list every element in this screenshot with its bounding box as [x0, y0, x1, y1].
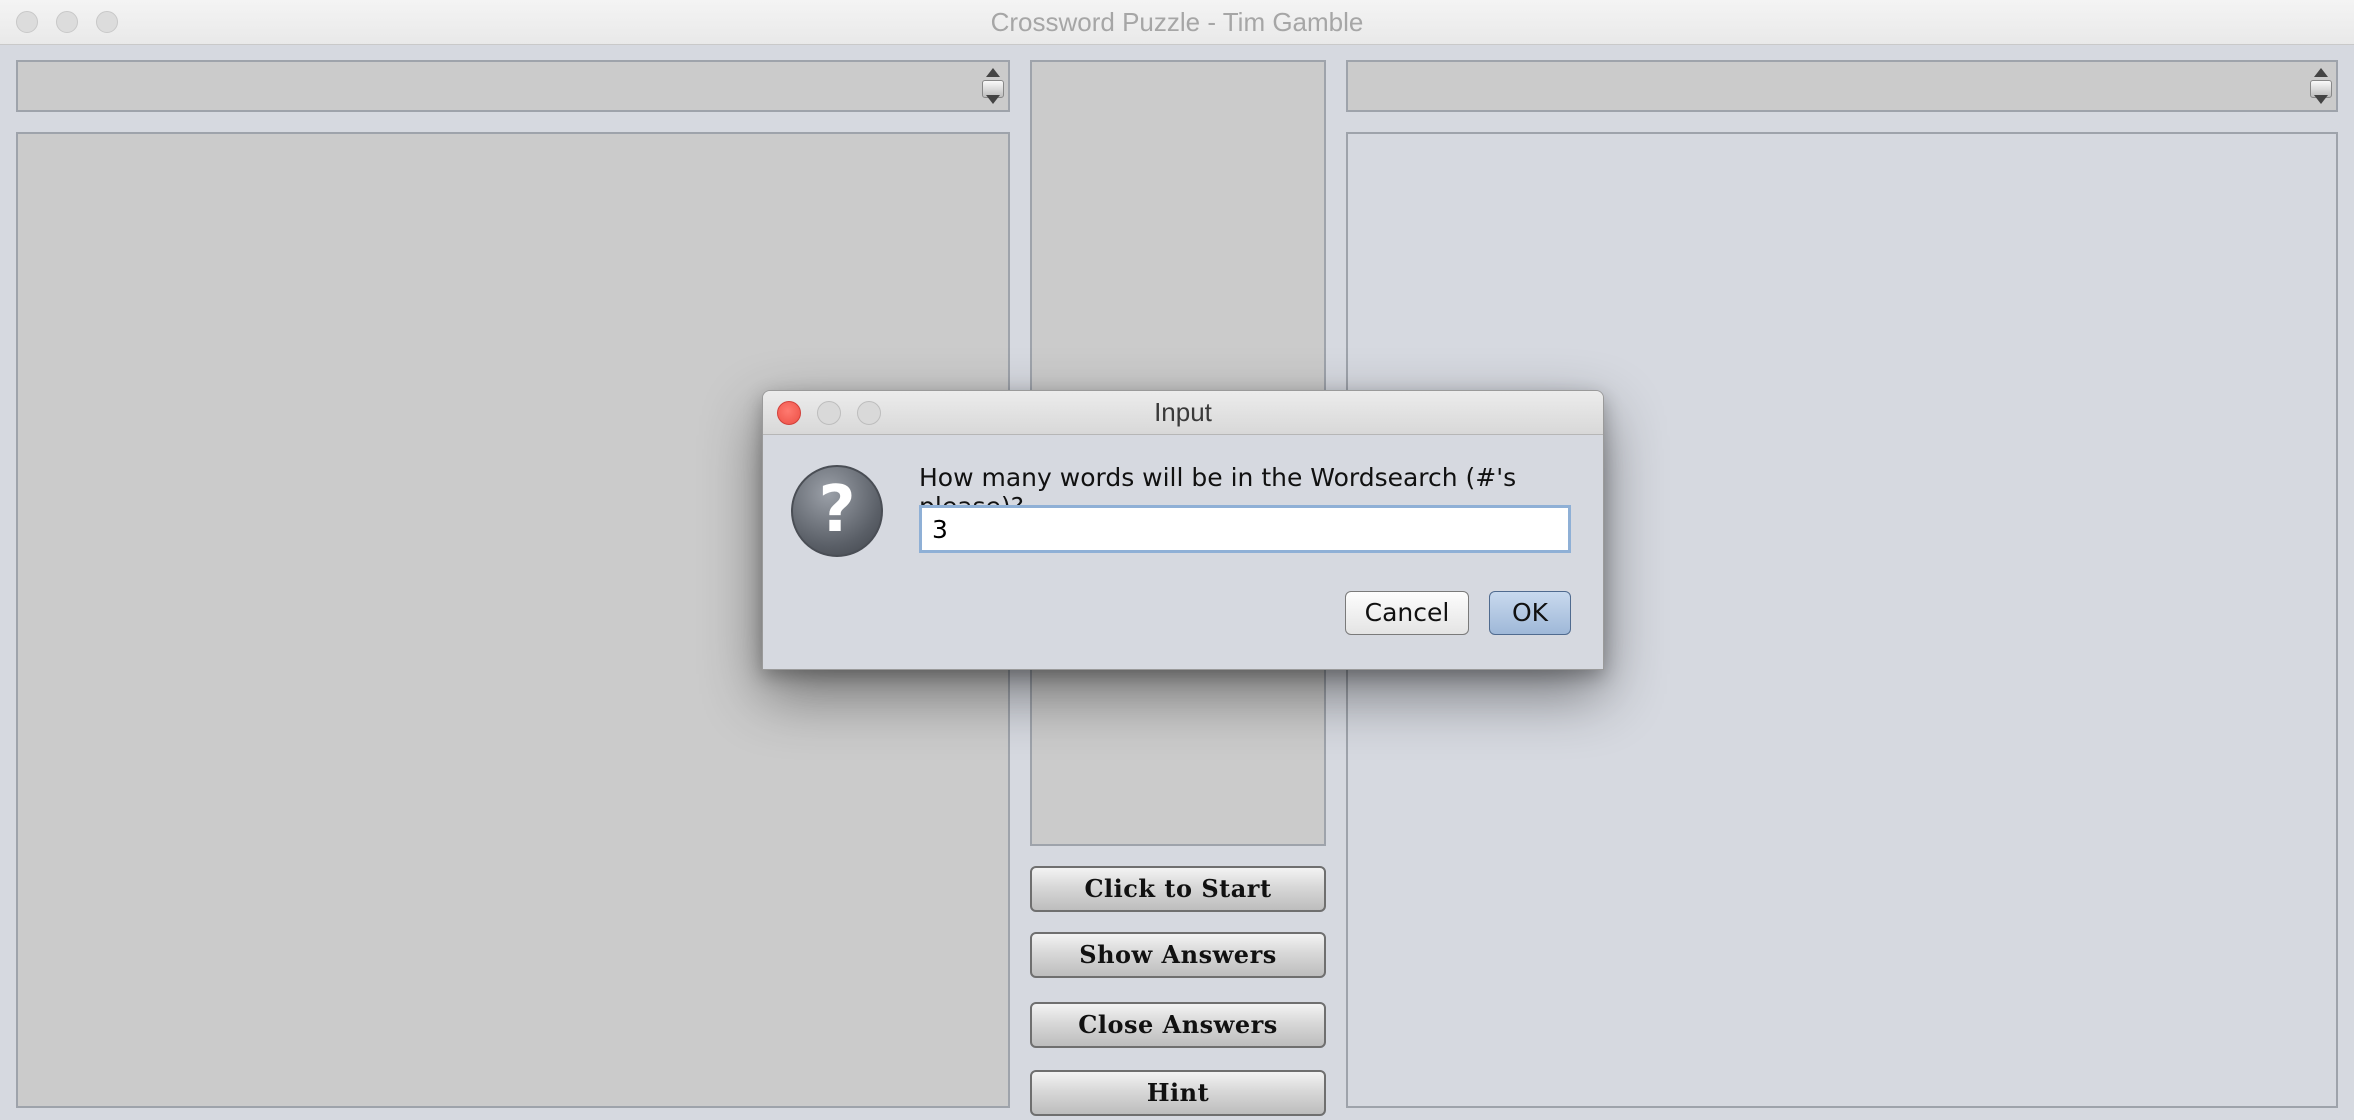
spinner-down-icon[interactable]: [986, 95, 1000, 104]
window-titlebar: Crossword Puzzle - Tim Gamble: [0, 0, 2354, 45]
dialog-titlebar: Input: [763, 391, 1603, 435]
left-spinner[interactable]: [980, 64, 1006, 108]
spinner-up-icon[interactable]: [986, 68, 1000, 77]
left-top-field[interactable]: [16, 60, 1010, 112]
question-icon: ?: [791, 465, 883, 557]
input-dialog: Input ? How many words will be in the Wo…: [762, 390, 1604, 670]
ok-button[interactable]: OK: [1489, 591, 1571, 635]
spinner-up-icon[interactable]: [2314, 68, 2328, 77]
hint-button[interactable]: Hint: [1030, 1070, 1326, 1116]
click-to-start-button[interactable]: Click to Start: [1030, 866, 1326, 912]
cancel-button[interactable]: Cancel: [1345, 591, 1469, 635]
show-answers-button[interactable]: Show Answers: [1030, 932, 1326, 978]
right-spinner[interactable]: [2308, 64, 2334, 108]
spinner-down-icon[interactable]: [2314, 95, 2328, 104]
right-top-field[interactable]: [1346, 60, 2338, 112]
dialog-title: Input: [1154, 397, 1212, 427]
close-answers-button[interactable]: Close Answers: [1030, 1002, 1326, 1048]
window-title: Crossword Puzzle - Tim Gamble: [990, 7, 1364, 37]
word-count-input[interactable]: [919, 505, 1571, 553]
